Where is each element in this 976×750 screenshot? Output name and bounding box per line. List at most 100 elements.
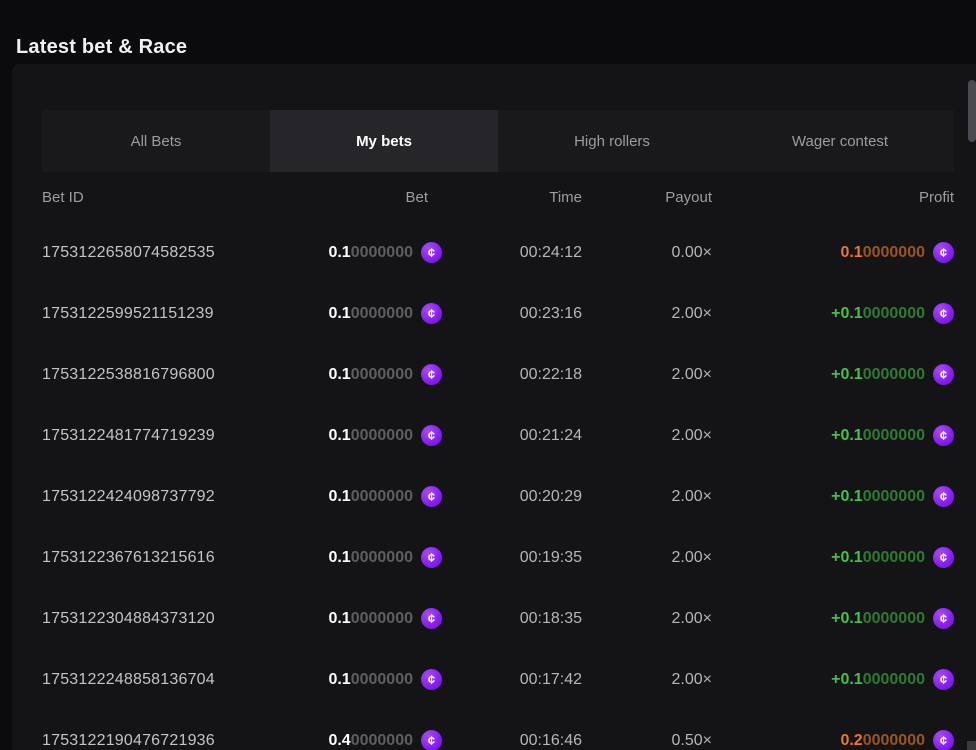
coin-icon: ¢ <box>421 364 442 385</box>
profit-zeros: 0000000 <box>863 671 925 689</box>
bet-amount-zeros: 0000000 <box>351 427 413 445</box>
bet-payout: 0.50× <box>672 732 712 750</box>
bet-profit: +0.10000000¢ <box>831 303 954 324</box>
profit-zeros: 0000000 <box>863 244 925 262</box>
tab-all-bets[interactable]: All Bets <box>42 110 270 172</box>
coin-icon: ¢ <box>933 364 954 385</box>
bet-id: 1753122424098737792 <box>42 488 215 506</box>
profit-main: +0.1 <box>831 427 863 445</box>
header-bet: Bet <box>405 189 442 206</box>
tab-high-rollers[interactable]: High rollers <box>498 110 726 172</box>
profit-main: 0.2 <box>840 732 862 750</box>
bet-amount: 0.10000000¢ <box>328 608 442 629</box>
bet-amount-main: 0.1 <box>328 488 350 506</box>
bet-id: 1753122248858136704 <box>42 671 215 689</box>
bet-id: 1753122658074582535 <box>42 244 215 262</box>
bet-row[interactable]: 17531222488581367040.10000000¢00:17:422.… <box>42 649 954 710</box>
coin-icon: ¢ <box>933 242 954 263</box>
profit-zeros: 0000000 <box>863 366 925 384</box>
bet-amount: 0.10000000¢ <box>328 364 442 385</box>
bet-time: 00:23:16 <box>520 305 582 323</box>
bet-amount-main: 0.1 <box>328 610 350 628</box>
coin-icon: ¢ <box>933 486 954 507</box>
bet-payout: 2.00× <box>672 305 712 323</box>
bet-amount-main: 0.1 <box>328 549 350 567</box>
latest-bets-panel: All BetsMy betsHigh rollersWager contest… <box>12 64 976 750</box>
coin-icon: ¢ <box>933 608 954 629</box>
bet-amount: 0.10000000 ¢ <box>328 425 442 446</box>
bet-time: 00:20:29 <box>520 488 582 506</box>
bet-payout: 2.00× <box>672 427 712 445</box>
bet-amount: 0.10000000 ¢ <box>328 303 442 324</box>
bet-row[interactable]: 17531221904767219360.40000000¢00:16:460.… <box>42 710 954 750</box>
bet-row[interactable]: 1753122599521151239 0.10000000 ¢ 00:23:16 2.… <box>42 283 954 344</box>
coin-icon: ¢ <box>421 303 442 324</box>
tab-my-bets[interactable]: My bets <box>270 110 498 172</box>
bet-id: 1753122599521151239 <box>42 305 214 323</box>
bet-payout: 2.00× <box>672 671 712 689</box>
profit-main: +0.1 <box>831 610 863 628</box>
bet-time: 00:16:46 <box>520 732 582 750</box>
bet-profit: 0.10000000¢ <box>840 242 954 263</box>
bet-amount-zeros: 0000000 <box>351 671 413 689</box>
profit-main: +0.1 <box>831 671 863 689</box>
profit-zeros: 0000000 <box>863 427 925 445</box>
tab-wager-contest[interactable]: Wager contest <box>726 110 954 172</box>
bet-amount-main: 0.1 <box>328 427 350 445</box>
profit-main: +0.1 <box>831 366 863 384</box>
coin-icon: ¢ <box>933 547 954 568</box>
scrollbar-thumb[interactable] <box>968 80 976 142</box>
bet-row[interactable]: 1753122367613215616 0.1 0000000 ¢ 00:19:35 2.… <box>42 527 954 588</box>
coin-icon: ¢ <box>933 730 954 750</box>
profit-zeros: 0000000 <box>863 610 925 628</box>
bet-payout: 2.00× <box>672 610 712 628</box>
bet-amount: 0.40000000 ¢ <box>328 730 442 750</box>
bet-time: 00:24:12 <box>520 244 582 262</box>
bet-payout: 2.00× <box>672 366 712 384</box>
tabs: All BetsMy betsHigh rollersWager contest <box>42 110 954 172</box>
profit-zeros: 0000000 <box>863 549 925 567</box>
coin-icon: ¢ <box>421 730 442 750</box>
profit-zeros: 0000000 <box>863 488 925 506</box>
header-profit: Profit <box>919 189 954 206</box>
coin-icon: ¢ <box>421 425 442 446</box>
bet-id: 1753122304884373120 <box>42 610 215 628</box>
bet-amount-zeros: 0000000 <box>351 488 413 506</box>
profit-main: +0.1 <box>831 549 863 567</box>
bet-time: 00:22:18 <box>520 366 582 384</box>
bet-amount-main: 0.1 <box>328 305 350 323</box>
coin-icon: ¢ <box>421 547 442 568</box>
bet-amount-main: 0.4 <box>328 732 350 750</box>
bet-profit: +0.10000000 ¢ <box>831 364 954 385</box>
bet-profit: +0.10000000 ¢ <box>831 547 954 568</box>
coin-icon: ¢ <box>933 303 954 324</box>
coin-icon: ¢ <box>933 425 954 446</box>
bet-amount: 0.10000000¢ <box>328 242 442 263</box>
bet-profit: +0.10000000 ¢ <box>831 608 954 629</box>
bet-row[interactable]: 17531224240987377920.10000000¢00:20:292.… <box>42 466 954 527</box>
bet-id: 1753122481774719239 <box>42 427 215 445</box>
bet-time: 00:19:35 <box>520 549 582 567</box>
bet-time: 00:18:35 <box>520 610 582 628</box>
coin-icon: ¢ <box>421 486 442 507</box>
header-payout: Payout <box>665 189 712 206</box>
bet-amount: 0.10000000¢ <box>328 669 442 690</box>
bet-row[interactable]: 17531225388167968000.10000000¢00:22:182.… <box>42 344 954 405</box>
bet-row[interactable]: 17531223048843731200.10000000¢00:18:352.… <box>42 588 954 649</box>
bet-amount: 0.10000000 ¢ <box>328 486 442 507</box>
profit-main: +0.1 <box>831 488 863 506</box>
bet-payout: 2.00× <box>672 549 712 567</box>
bet-amount-main: 0.1 <box>328 366 350 384</box>
bet-row[interactable]: 17531224817747192390.10000000¢00:21:242.… <box>42 405 954 466</box>
header-bet-id: Bet ID <box>42 189 84 206</box>
coin-icon: ¢ <box>933 669 954 690</box>
bet-profit: +0.10000000 ¢ <box>831 486 954 507</box>
bet-id: 1753122367613215616 <box>42 549 215 567</box>
bet-amount-zeros: 0000000 <box>351 610 413 628</box>
bet-amount-zeros: 0000000 <box>351 305 413 323</box>
header-time: Time <box>549 189 582 206</box>
page-title: Latest bet & Race <box>16 36 187 59</box>
bet-amount-zeros: 0000000 <box>351 732 413 750</box>
bet-row[interactable]: 17531226580745825350.10000000¢00:24:120.… <box>42 222 954 283</box>
table-body: 17531226580745825350.10000000¢00:24:120.… <box>42 222 954 750</box>
